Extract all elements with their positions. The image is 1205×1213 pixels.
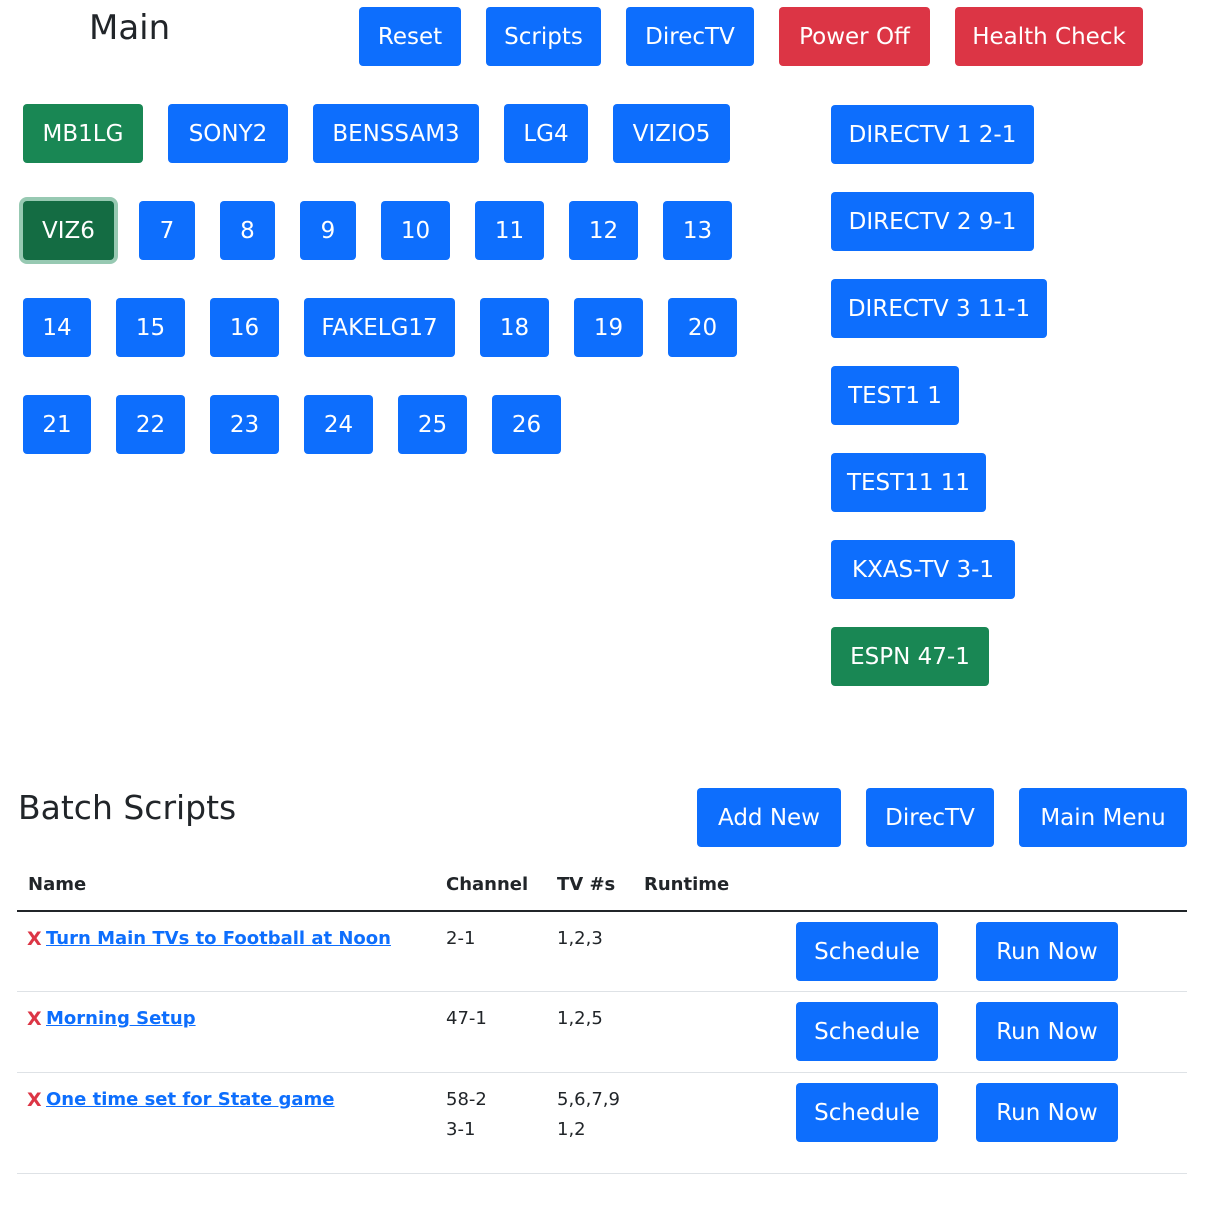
power-off-button[interactable]: Power Off [779,7,930,66]
run-now-button[interactable]: Run Now [976,922,1118,981]
tv-button[interactable]: 23 [210,395,279,454]
script-tvs-2: 1,2 [557,1119,586,1140]
schedule-button[interactable]: Schedule [796,1002,938,1061]
tv-button[interactable]: 9 [300,201,356,260]
script-name-link[interactable]: Morning Setup [46,1004,196,1034]
schedule-button[interactable]: Schedule [796,1083,938,1142]
column-header-name: Name [28,874,87,895]
channel-button[interactable]: DIRECTV 2 9-1 [831,192,1034,251]
batch-scripts-title: Batch Scripts [18,788,237,827]
schedule-button[interactable]: Schedule [796,922,938,981]
tv-button[interactable]: SONY2 [168,104,288,163]
tv-button[interactable]: BENSSAM3 [313,104,479,163]
tv-button[interactable]: FAKELG17 [304,298,455,357]
delete-icon[interactable]: X [27,1004,42,1034]
tv-button[interactable]: 7 [139,201,195,260]
script-name-link[interactable]: One time set for State game [46,1085,335,1115]
channel-button[interactable]: KXAS-TV 3-1 [831,540,1015,599]
tv-button[interactable]: VIZIO5 [613,104,730,163]
tv-button[interactable]: 19 [574,298,643,357]
script-tvs: 1,2,5 [557,1008,603,1029]
column-header-tvs: TV #s [557,874,616,895]
row-divider [17,991,1187,992]
health-check-button[interactable]: Health Check [955,7,1143,66]
tv-button[interactable]: 21 [23,395,91,454]
tv-button[interactable]: 14 [23,298,91,357]
tv-button[interactable]: 24 [304,395,373,454]
run-now-button[interactable]: Run Now [976,1083,1118,1142]
tv-button[interactable]: MB1LG [23,104,143,163]
row-divider [17,1173,1187,1174]
tv-button[interactable]: 10 [381,201,450,260]
tv-button[interactable]: 25 [398,395,467,454]
directv-button[interactable]: DirecTV [626,7,754,66]
scripts-button[interactable]: Scripts [486,7,601,66]
tv-button[interactable]: 13 [663,201,732,260]
tv-button[interactable]: 26 [492,395,561,454]
channel-button[interactable]: DIRECTV 1 2-1 [831,105,1034,164]
tv-button[interactable]: 8 [220,201,275,260]
tv-button[interactable]: LG4 [504,104,588,163]
delete-icon[interactable]: X [27,1085,42,1115]
script-name-link[interactable]: Turn Main TVs to Football at Noon [46,924,391,954]
tv-button-selected[interactable]: VIZ6 [23,201,114,260]
page-title: Main [89,8,171,48]
add-new-button[interactable]: Add New [697,788,841,847]
column-header-channel: Channel [446,874,529,895]
channel-button[interactable]: TEST11 11 [831,453,986,512]
script-channel: 58-2 [446,1089,487,1110]
tv-button[interactable]: 16 [210,298,279,357]
batch-directv-button[interactable]: DirecTV [866,788,994,847]
script-channel: 2-1 [446,928,476,949]
channel-button-active[interactable]: ESPN 47-1 [831,627,989,686]
row-divider [17,1072,1187,1073]
delete-icon[interactable]: X [27,924,42,954]
script-tvs: 5,6,7,9 [557,1089,620,1110]
tv-button[interactable]: 18 [480,298,549,357]
script-tvs: 1,2,3 [557,928,603,949]
tv-button[interactable]: 20 [668,298,737,357]
main-menu-button[interactable]: Main Menu [1019,788,1187,847]
reset-button[interactable]: Reset [359,7,461,66]
script-channel: 47-1 [446,1008,487,1029]
column-header-runtime: Runtime [644,874,730,895]
channel-button[interactable]: TEST1 1 [831,366,959,425]
tv-button[interactable]: 22 [116,395,185,454]
tv-button[interactable]: 11 [475,201,544,260]
run-now-button[interactable]: Run Now [976,1002,1118,1061]
tv-button[interactable]: 12 [569,201,638,260]
table-header-divider [17,910,1187,912]
channel-button[interactable]: DIRECTV 3 11-1 [831,279,1047,338]
tv-button[interactable]: 15 [116,298,185,357]
script-channel-2: 3-1 [446,1119,476,1140]
